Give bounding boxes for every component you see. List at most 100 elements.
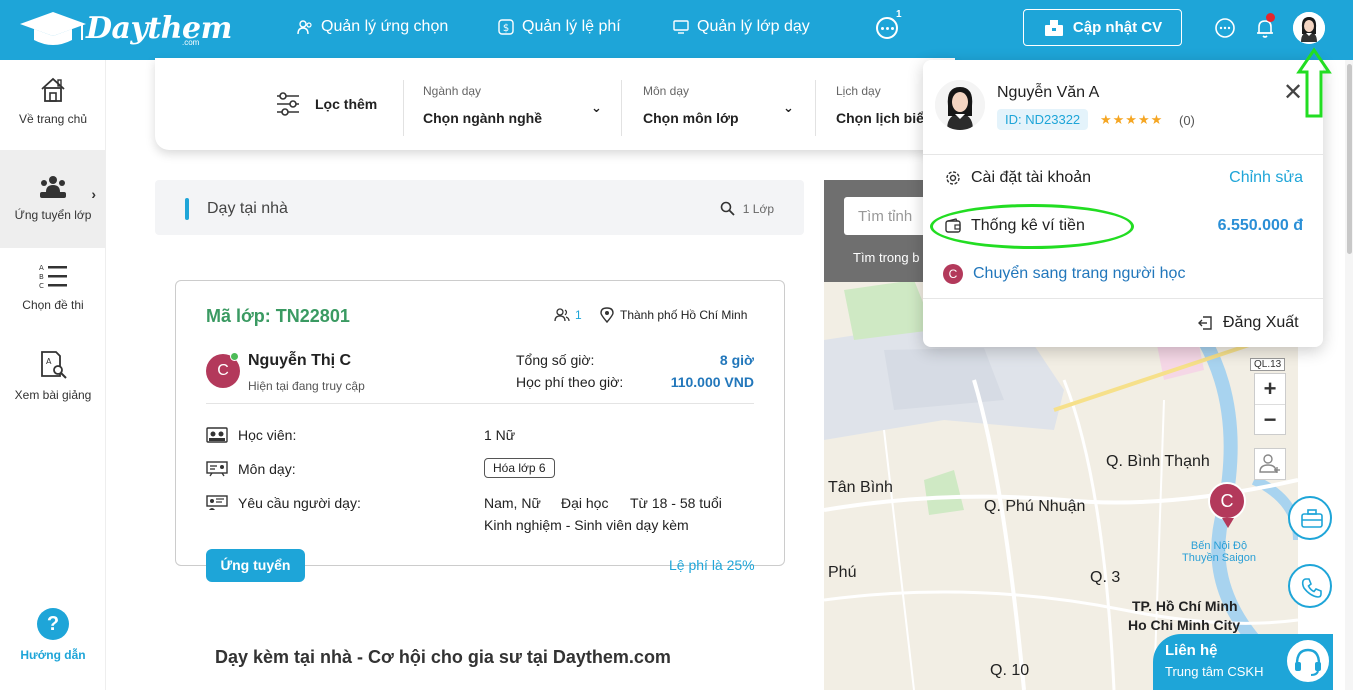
- logout-icon: [1198, 316, 1212, 330]
- requirement-age: Từ 18 - 58 tuổi: [630, 495, 722, 511]
- requirement-gender: Nam, Nữ: [484, 495, 541, 511]
- svg-text:A: A: [46, 357, 52, 366]
- map-label-tan-binh: Tân Bình: [828, 479, 893, 496]
- filter-bar: Lọc thêm Ngành dạy Chọn ngành nghề ⌄ Môn…: [155, 58, 955, 150]
- zoom-in-button[interactable]: +: [1255, 374, 1285, 404]
- requirement-education: Đại học: [561, 495, 609, 511]
- up-arrow-icon: [1296, 47, 1332, 118]
- jobs-float-button[interactable]: [1288, 496, 1332, 540]
- dropdown-user-name: Nguyễn Văn A: [997, 84, 1100, 101]
- gear-icon: [946, 171, 960, 185]
- teacher-requirement-icon: [206, 495, 228, 510]
- map-marker[interactable]: C: [1208, 482, 1246, 520]
- sidebar-item-lectures[interactable]: A Xem bài giảng: [0, 350, 106, 424]
- cv-icon: [1044, 19, 1063, 36]
- call-float-button[interactable]: [1288, 564, 1332, 608]
- more-menu-button[interactable]: [876, 17, 898, 39]
- brand-suffix: .com: [182, 38, 200, 47]
- svg-text:B: B: [39, 273, 44, 281]
- highlight-ellipse: [930, 204, 1134, 249]
- contact-support-widget[interactable]: Liên hệ Trung tâm CSKH: [1153, 634, 1333, 690]
- abc-list-icon: ABC: [39, 264, 67, 290]
- zoom-out-button[interactable]: −: [1255, 404, 1285, 434]
- seo-heading: Dạy kèm tại nhà - Cơ hội cho gia sư tại …: [215, 647, 671, 667]
- update-cv-button[interactable]: Cập nhật CV: [1023, 9, 1182, 46]
- monitor-icon: [673, 20, 689, 34]
- divider: [206, 403, 754, 404]
- svg-text:A: A: [39, 264, 44, 272]
- logout-button[interactable]: Đăng Xuất: [1197, 314, 1299, 332]
- chevron-right-icon: ›: [91, 186, 96, 202]
- fee-note: Lệ phí là 25%: [669, 557, 755, 573]
- map-label-city-en: Ho Chi Minh City: [1128, 617, 1240, 633]
- chevron-down-icon: ⌄: [591, 100, 602, 115]
- dropdown-avatar: [935, 80, 985, 130]
- more-filters-button[interactable]: Lọc thêm: [275, 92, 377, 116]
- user-avatar-image: [1293, 12, 1325, 44]
- students-value: 1 Nữ: [484, 427, 516, 443]
- filter-field-value: Chọn ngành nghề: [423, 110, 542, 126]
- scrollbar-thumb[interactable]: [1347, 64, 1352, 254]
- help-label: Hướng dẫn: [20, 648, 86, 662]
- logo[interactable]: Daythem .com: [18, 8, 232, 48]
- sliders-icon: [277, 92, 299, 116]
- nav-manage-applications[interactable]: Quản lý ứng chọn: [297, 18, 448, 36]
- help-button[interactable]: ? Hướng dẫn: [0, 608, 106, 662]
- nav-manage-classes-label: Quản lý lớp dạy: [697, 18, 810, 35]
- learner-status: Hiện tại đang truy cập: [248, 379, 365, 393]
- filter-schedule-select[interactable]: Lịch dạy Chọn lịch biểu: [836, 84, 932, 126]
- map-label-q10: Q. 10: [990, 662, 1030, 679]
- class-location: Thành phố Hồ Chí Minh: [600, 307, 747, 323]
- total-hours-label: Tổng số giờ:: [516, 352, 595, 368]
- chevron-down-icon: ⌄: [783, 100, 794, 115]
- apply-button[interactable]: Ứng tuyển: [206, 549, 305, 582]
- rating-count: (0): [1179, 113, 1195, 128]
- briefcase-icon: [1301, 509, 1323, 528]
- switch-to-learner-label: Chuyển sang trang người học: [973, 265, 1186, 282]
- highway-badge: QL.13: [1250, 358, 1286, 371]
- filter-subject-select[interactable]: Môn dạy Chọn môn lớp: [643, 84, 739, 126]
- hourly-fee-label: Học phí theo giờ:: [516, 374, 624, 390]
- headset-icon: [1285, 638, 1331, 684]
- hourly-fee-value: 110.000 VND: [670, 374, 754, 390]
- filter-field-label: Ngành dạy: [423, 84, 482, 98]
- user-avatar-button[interactable]: [1293, 12, 1325, 44]
- map-label-city-vi: TP. Hồ Chí Minh: [1132, 598, 1238, 614]
- nav-manage-classes[interactable]: Quản lý lớp dạy: [673, 18, 810, 36]
- divider: [923, 154, 1323, 155]
- sidebar-item-exam-label: Chọn đề thi: [22, 298, 84, 312]
- svg-text:C: C: [39, 282, 44, 290]
- logout-label: Đăng Xuất: [1223, 314, 1299, 331]
- group-icon: [40, 176, 66, 198]
- update-cv-label: Cập nhật CV: [1072, 19, 1163, 36]
- svg-text:$: $: [503, 23, 509, 34]
- nav-manage-applications-label: Quản lý ứng chọn: [321, 18, 449, 35]
- ferry-line-1: Bến Nội Độ: [1190, 540, 1248, 552]
- wallet-balance: 6.550.000 đ: [1217, 217, 1303, 234]
- account-settings-row[interactable]: Cài đặt tài khoản: [945, 169, 1091, 187]
- filter-field-select[interactable]: Ngành dạy Chọn ngành nghề: [423, 84, 542, 126]
- phone-icon: [1301, 578, 1322, 598]
- sidebar-item-lectures-label: Xem bài giảng: [14, 388, 92, 402]
- requirement-label: Yêu cầu người dạy:: [238, 495, 361, 511]
- map-label-phu-nhuan: Q. Phú Nhuận: [984, 498, 1086, 515]
- map-add-user-button[interactable]: [1254, 448, 1286, 480]
- sidebar-item-home[interactable]: Về trang chủ: [0, 76, 106, 150]
- nav-manage-fees[interactable]: $ Quản lý lệ phí: [498, 18, 621, 36]
- sidebar-item-exam[interactable]: ABC Chọn đề thi: [0, 262, 106, 336]
- students-label: Học viên:: [238, 427, 297, 443]
- filter-schedule-value: Chọn lịch biểu: [836, 110, 933, 126]
- student-card-icon: [206, 427, 228, 443]
- section-accent-bar: [185, 198, 189, 220]
- users-icon: [297, 20, 312, 35]
- sidebar-item-apply-class[interactable]: Ứng tuyển lớp ›: [0, 150, 106, 248]
- top-navbar: Daythem .com Quản lý ứng chọn $ Quản lý …: [0, 0, 1353, 60]
- subject-label: Môn dạy:: [238, 461, 296, 477]
- search-icon[interactable]: [720, 201, 735, 216]
- section-count: 1 Lớp: [720, 201, 774, 216]
- switch-to-learner-row[interactable]: C Chuyển sang trang người học: [943, 264, 1185, 284]
- edit-account-link[interactable]: Chỉnh sửa: [1229, 169, 1303, 187]
- account-settings-label: Cài đặt tài khoản: [971, 169, 1092, 186]
- filter-subject-label: Môn dạy: [643, 84, 690, 98]
- chat-icon[interactable]: [1214, 17, 1236, 39]
